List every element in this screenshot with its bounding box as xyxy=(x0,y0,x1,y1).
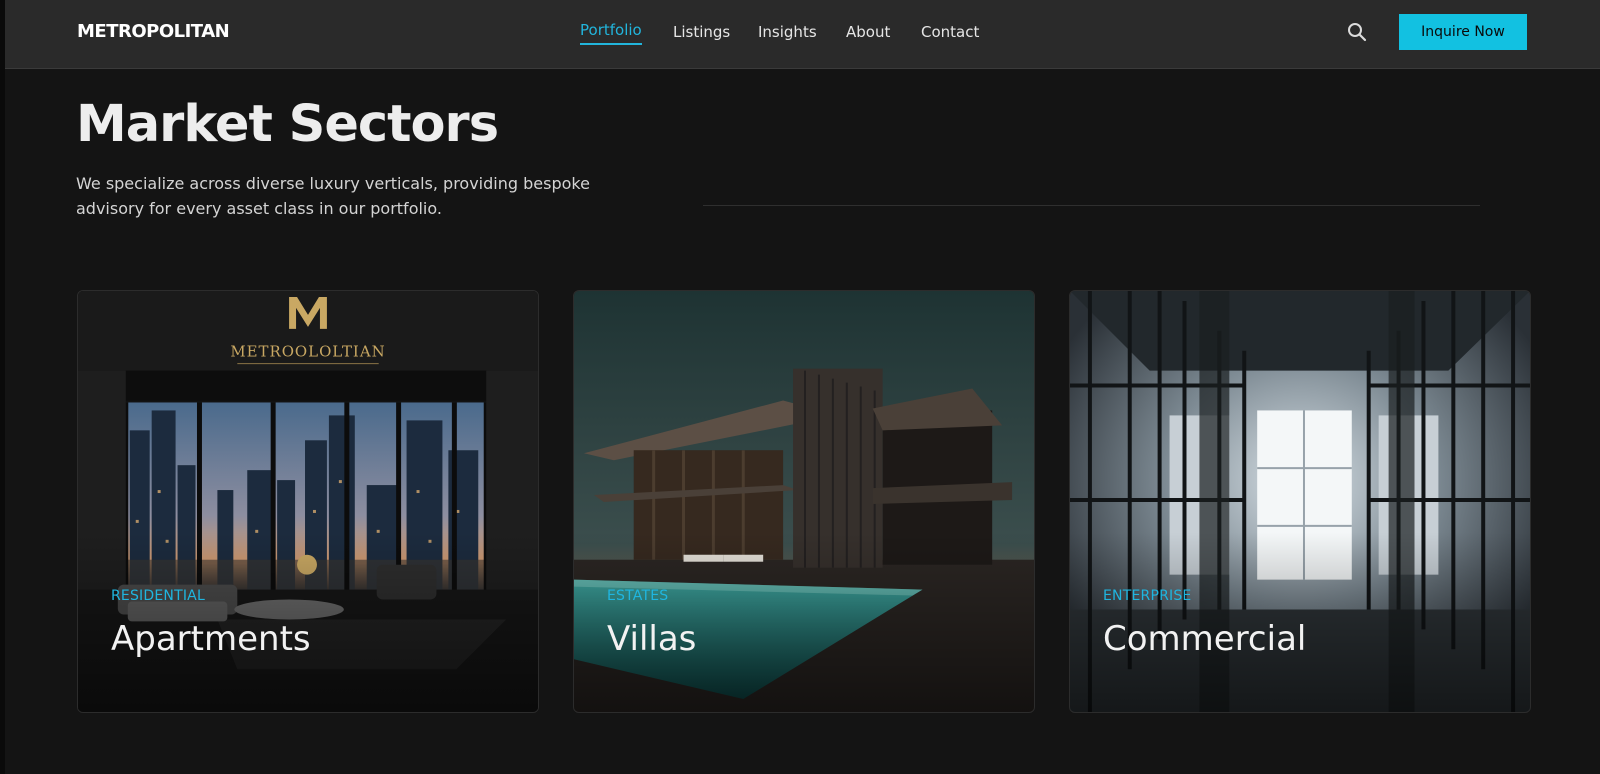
top-navbar: METROPOLITAN Portfolio Listings Insights… xyxy=(5,0,1600,69)
card-title: Commercial xyxy=(1103,619,1307,659)
page-title: Market Sectors xyxy=(76,95,499,154)
nav-link-listings[interactable]: Listings xyxy=(673,23,730,41)
card-eyebrow: ESTATES xyxy=(607,588,669,604)
nav-link-contact[interactable]: Contact xyxy=(921,23,979,41)
subtitle-line-2: advisory for every asset class in our po… xyxy=(76,199,442,218)
card-eyebrow: RESIDENTIAL xyxy=(111,588,205,604)
inquire-now-button[interactable]: Inquire Now xyxy=(1399,14,1527,50)
sector-card-apartments[interactable]: METROOLOLTIAN RESIDENTIAL Apartments xyxy=(77,290,539,713)
card-title: Apartments xyxy=(111,619,311,659)
sector-card-villas[interactable]: ESTATES Villas xyxy=(573,290,1035,713)
nav-link-insights[interactable]: Insights xyxy=(758,23,817,41)
sector-card-commercial[interactable]: ENTERPRISE Commercial xyxy=(1069,290,1531,713)
card-title: Villas xyxy=(607,619,697,659)
nav-link-portfolio[interactable]: Portfolio xyxy=(580,21,642,45)
section-divider xyxy=(703,205,1480,206)
nav-link-about[interactable]: About xyxy=(846,23,890,41)
search-icon[interactable] xyxy=(1345,20,1369,44)
page-subtitle: We specialize across diverse luxury vert… xyxy=(76,171,636,221)
card-eyebrow: ENTERPRISE xyxy=(1103,588,1192,604)
image-logo-text: METROOLOLTIAN xyxy=(230,343,385,361)
subtitle-line-1: We specialize across diverse luxury vert… xyxy=(76,174,590,193)
